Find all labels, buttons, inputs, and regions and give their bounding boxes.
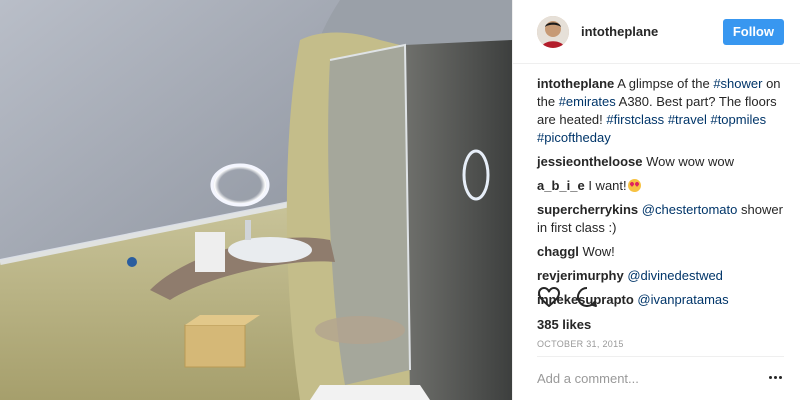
add-comment-input[interactable] (537, 364, 760, 392)
comment: jessieontheloose Wow wow wow (537, 153, 784, 171)
ellipsis-icon[interactable] (769, 376, 782, 379)
comment-mention[interactable]: @chestertomato (642, 202, 738, 217)
instagram-post: intotheplane Follow intotheplane A glimp… (0, 0, 800, 400)
hashtag-emirates[interactable]: #emirates (559, 94, 616, 109)
comment-text: I want! (588, 178, 627, 193)
comment-mention[interactable]: @ivanpratamas (637, 292, 728, 307)
post-date: OCTOBER 31, 2015 (537, 339, 624, 349)
comment: a_b_i_e I want! (537, 177, 784, 195)
caption-text-1: A glimpse of the (617, 76, 714, 91)
comment-username[interactable]: revjerimurphy (537, 268, 624, 283)
header-username[interactable]: intotheplane (581, 24, 723, 39)
comment-username[interactable]: a_b_i_e (537, 178, 585, 193)
action-bar (537, 285, 599, 309)
shower-photo-illustration (0, 0, 512, 400)
comment: supercherrykins @chestertomato shower in… (537, 201, 784, 237)
comments-list: intotheplane A glimpse of the #shower on… (537, 75, 784, 315)
comment: chaggl Wow! (537, 243, 784, 261)
follow-button[interactable]: Follow (722, 18, 784, 45)
comment-mention[interactable]: @divinedestwed (627, 268, 723, 283)
post-header: intotheplane Follow (513, 0, 800, 64)
comment: revjerimurphy @divinedestwed (537, 267, 784, 285)
comment-username[interactable]: chaggl (537, 244, 579, 259)
avatar-image (537, 15, 569, 48)
likes-count[interactable]: 385 likes (537, 317, 591, 332)
avatar[interactable] (537, 15, 569, 48)
divider (537, 356, 784, 357)
caption-username[interactable]: intotheplane (537, 76, 614, 91)
post-photo[interactable] (0, 0, 512, 400)
comment-icon[interactable] (575, 285, 599, 309)
comment-username[interactable]: supercherrykins (537, 202, 638, 217)
hashtag-travel[interactable]: #travel (668, 112, 707, 127)
heart-eyes-emoji-icon (627, 179, 641, 192)
heart-icon[interactable] (537, 285, 561, 309)
comment-text: Wow wow wow (646, 154, 734, 169)
hashtag-shower[interactable]: #shower (713, 76, 762, 91)
hashtag-topmiles[interactable]: #topmiles (710, 112, 766, 127)
hashtag-firstclass[interactable]: #firstclass (606, 112, 664, 127)
comment-text: Wow! (582, 244, 615, 259)
comment-username[interactable]: jessieontheloose (537, 154, 642, 169)
hashtag-picoftheday[interactable]: #picoftheday (537, 130, 611, 145)
post-sidebar: intotheplane Follow intotheplane A glimp… (512, 0, 800, 400)
caption: intotheplane A glimpse of the #shower on… (537, 75, 784, 147)
